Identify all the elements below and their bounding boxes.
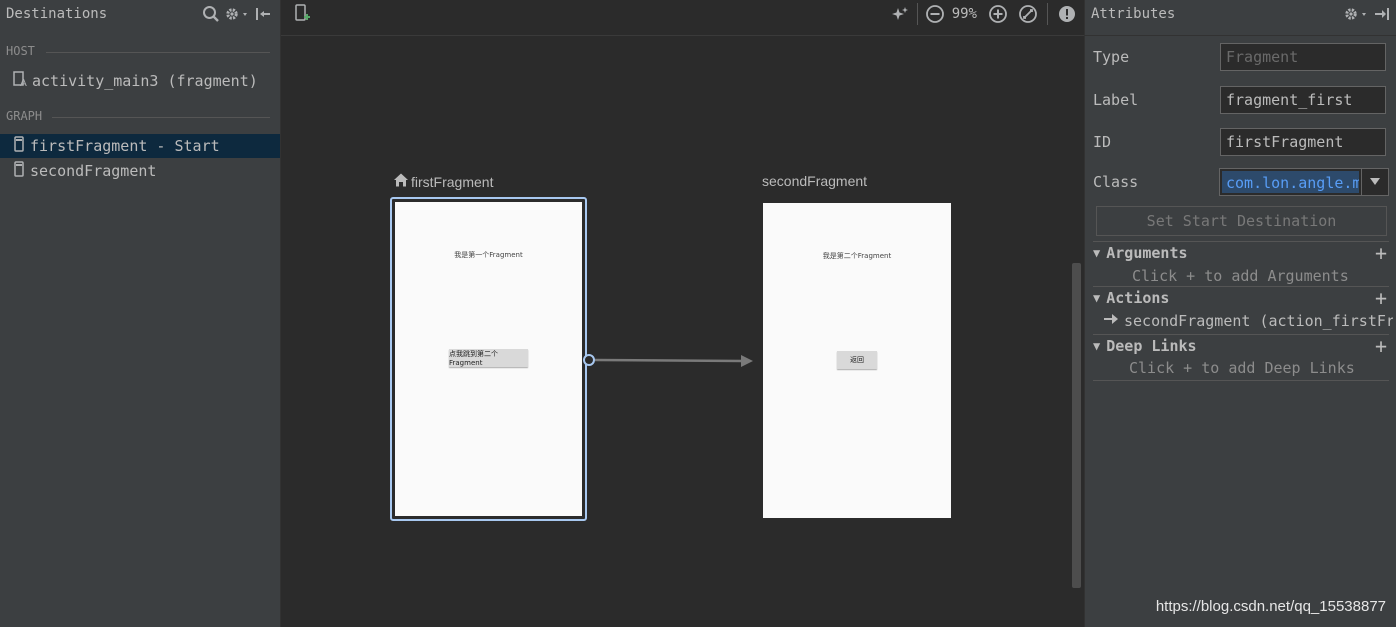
type-label: Type (1093, 48, 1130, 66)
divider (1085, 35, 1396, 36)
actions-section-header[interactable]: ▼ Actions + (1093, 286, 1389, 310)
second-fragment-text: 我是第二个Fragment (822, 252, 892, 260)
svg-text:A: A (20, 78, 27, 87)
gear-icon[interactable] (222, 3, 252, 25)
destinations-toolbar: Destinations (0, 0, 280, 28)
zoom-level: 99% (951, 6, 977, 22)
attributes-toolbar: Attributes (1085, 0, 1396, 28)
set-start-destination-button[interactable]: Set Start Destination (1096, 206, 1387, 236)
chevron-down-icon: ▼ (1093, 291, 1101, 305)
host-item-label: activity_main3 (fragment) (32, 72, 258, 90)
action-item[interactable]: secondFragment (action_firstFr (1103, 312, 1393, 330)
first-fragment-preview[interactable]: 我是第一个Fragment 点我跳到第二个Fragment (395, 202, 582, 516)
chevron-down-icon: ▼ (1093, 339, 1101, 353)
deeplinks-hint: Click + to add Deep Links (1129, 359, 1355, 377)
auto-arrange-icon[interactable] (889, 3, 911, 25)
add-icon[interactable]: + (1375, 241, 1387, 265)
first-fragment-title: firstFragment (393, 172, 493, 191)
add-icon[interactable]: + (1375, 334, 1387, 358)
actions-title: Actions (1106, 289, 1170, 307)
chevron-down-icon[interactable] (1361, 169, 1388, 195)
arguments-section-header[interactable]: ▼ Arguments + (1093, 241, 1389, 265)
collapse-icon[interactable] (252, 3, 274, 25)
new-destination-icon[interactable] (291, 3, 313, 25)
id-row: ID firstFragment (1093, 127, 1389, 157)
pin-icon[interactable] (1371, 3, 1393, 25)
divider (1093, 380, 1389, 381)
arguments-title: Arguments (1106, 244, 1188, 262)
graph-label: GRAPH (6, 109, 43, 123)
second-fragment-preview[interactable]: 我是第二个Fragment 返回 (763, 203, 951, 518)
first-fragment-text: 我是第一个Fragment (454, 251, 523, 259)
class-dropdown[interactable]: com.lon.angle.m (1219, 168, 1389, 196)
phone-icon (12, 136, 26, 156)
label-row: Label fragment_first (1093, 85, 1389, 115)
id-field[interactable]: firstFragment (1220, 128, 1386, 156)
phone-icon (12, 161, 26, 181)
destinations-panel: Destinations HOST A activity_main3 (frag… (0, 0, 281, 627)
class-value: com.lon.angle.m (1222, 171, 1359, 193)
class-label: Class (1093, 173, 1139, 191)
zoom-out-icon[interactable] (924, 3, 946, 25)
arguments-hint: Click + to add Arguments (1132, 267, 1349, 285)
divider (52, 117, 270, 118)
warning-icon[interactable] (1056, 3, 1078, 25)
add-icon[interactable]: + (1375, 286, 1387, 310)
id-label: ID (1093, 133, 1112, 151)
action-item-label: secondFragment (action_firstFr (1124, 312, 1393, 330)
arrow-right-icon (1103, 313, 1119, 329)
first-fragment-title-text: firstFragment (411, 173, 494, 190)
divider (916, 3, 918, 25)
search-icon[interactable] (200, 3, 222, 25)
attributes-panel: Attributes Type Fragment Label fragment_… (1084, 0, 1396, 627)
watermark: https://blog.csdn.net/qq_15538877 (1155, 598, 1386, 615)
vertical-scrollbar[interactable] (1072, 263, 1081, 588)
deeplinks-title: Deep Links (1106, 337, 1197, 355)
attributes-title: Attributes (1091, 6, 1176, 22)
divider (281, 35, 1084, 36)
deeplinks-section-header[interactable]: ▼ Deep Links + (1093, 334, 1389, 358)
host-label: HOST (6, 44, 35, 58)
chevron-down-icon: ▼ (1093, 246, 1101, 260)
gear-icon[interactable] (1341, 3, 1371, 25)
action-arrow[interactable] (581, 350, 761, 370)
second-fragment-title: secondFragment (762, 173, 868, 189)
graph-item-first-fragment[interactable]: firstFragment - Start (0, 134, 280, 158)
label-field[interactable]: fragment_first (1220, 86, 1386, 114)
graph-item-label: secondFragment (30, 162, 157, 180)
layout-icon: A (12, 71, 28, 91)
navigation-canvas[interactable]: 99% firstFragment 我是第一个Fragment 点我跳到第二个F… (281, 0, 1084, 627)
canvas-toolbar: 99% (281, 0, 1084, 28)
host-item[interactable]: A activity_main3 (fragment) (0, 69, 280, 93)
second-fragment-button: 返回 (837, 351, 877, 369)
home-icon (393, 172, 409, 191)
type-row: Type Fragment (1093, 42, 1389, 72)
divider (46, 52, 270, 53)
destinations-title: Destinations (6, 6, 108, 22)
graph-item-label: firstFragment - Start (30, 137, 220, 155)
graph-item-second-fragment[interactable]: secondFragment (0, 159, 280, 183)
label-label: Label (1093, 91, 1139, 109)
divider (1047, 3, 1048, 25)
class-row: Class com.lon.angle.m (1093, 167, 1389, 197)
type-field[interactable]: Fragment (1220, 43, 1386, 71)
zoom-fit-icon[interactable] (1017, 3, 1039, 25)
first-fragment-button: 点我跳到第二个Fragment (449, 349, 528, 367)
zoom-in-icon[interactable] (987, 3, 1009, 25)
